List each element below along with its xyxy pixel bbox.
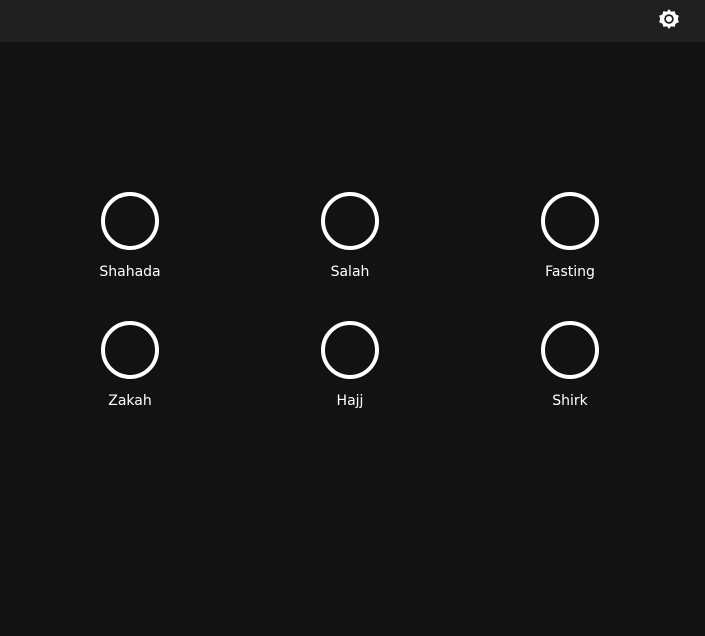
- circle-icon: [321, 321, 379, 379]
- item-label: Salah: [330, 264, 370, 280]
- circle-icon: [541, 192, 599, 250]
- item-zakah[interactable]: Zakah: [70, 321, 190, 410]
- item-label: Zakah: [108, 393, 152, 409]
- circle-icon: [321, 192, 379, 250]
- item-salah[interactable]: Salah: [290, 192, 410, 281]
- item-shirk[interactable]: Shirk: [510, 321, 630, 410]
- item-label: Hajj: [336, 393, 364, 409]
- item-shahada[interactable]: Shahada: [70, 192, 190, 281]
- item-label: Shahada: [99, 264, 161, 280]
- item-fasting[interactable]: Fasting: [510, 192, 630, 281]
- circle-icon: [101, 321, 159, 379]
- item-label: Fasting: [545, 264, 595, 280]
- circle-icon: [101, 192, 159, 250]
- item-label: Shirk: [552, 393, 588, 409]
- pillars-grid: Shahada Salah Fasting Zakah Hajj Shirk: [0, 0, 705, 636]
- item-hajj[interactable]: Hajj: [290, 321, 410, 410]
- circle-icon: [541, 321, 599, 379]
